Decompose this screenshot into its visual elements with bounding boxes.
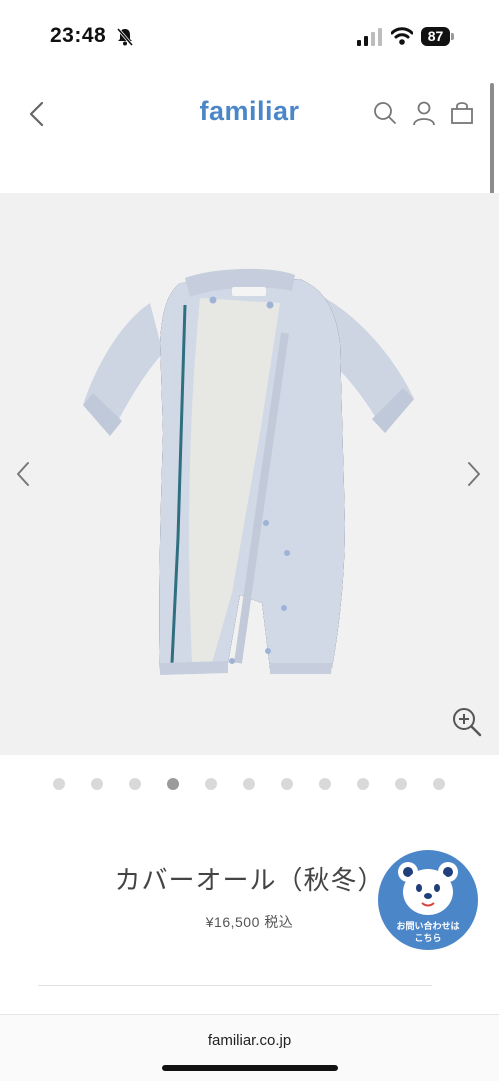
shopping-bag-icon[interactable] (449, 100, 475, 126)
pagination-dot[interactable] (167, 778, 179, 790)
battery-level: 87 (421, 27, 450, 46)
pagination-dot[interactable] (53, 778, 65, 790)
status-time: 23:48 (50, 24, 107, 47)
pagination-dot[interactable] (281, 778, 293, 790)
status-bar: 23:48 87 (0, 0, 499, 70)
pagination-dot[interactable] (395, 778, 407, 790)
zoom-in-icon[interactable] (450, 705, 484, 739)
contact-button[interactable]: お問い合わせは こちら (378, 850, 478, 950)
tax-label: 税込 (264, 914, 294, 930)
gallery-prev-icon[interactable] (12, 459, 34, 489)
gallery-pagination (0, 778, 499, 792)
gallery-next-icon[interactable] (463, 459, 485, 489)
wifi-icon (391, 27, 413, 45)
bear-mascot-icon (398, 862, 458, 915)
search-icon[interactable] (372, 100, 398, 126)
pagination-dot[interactable] (433, 778, 445, 790)
cellular-signal-icon (357, 28, 382, 46)
url-text[interactable]: familiar.co.jp (0, 1032, 499, 1049)
site-header: familiar (0, 80, 499, 150)
browser-url-bar[interactable]: familiar.co.jp (0, 1014, 499, 1081)
battery-icon: 87 (421, 27, 455, 47)
pagination-dot[interactable] (129, 778, 141, 790)
product-gallery[interactable] (0, 193, 499, 755)
pagination-dot[interactable] (243, 778, 255, 790)
divider (38, 985, 432, 986)
contact-label: お問い合わせは こちら (396, 921, 460, 943)
account-icon[interactable] (411, 100, 437, 126)
pagination-dot[interactable] (319, 778, 331, 790)
price-value: ¥16,500 (205, 914, 260, 930)
home-indicator (162, 1065, 338, 1071)
pagination-dot[interactable] (91, 778, 103, 790)
product-image (83, 268, 414, 675)
bell-muted-icon (116, 28, 134, 46)
pagination-dot[interactable] (357, 778, 369, 790)
pagination-dot[interactable] (205, 778, 217, 790)
